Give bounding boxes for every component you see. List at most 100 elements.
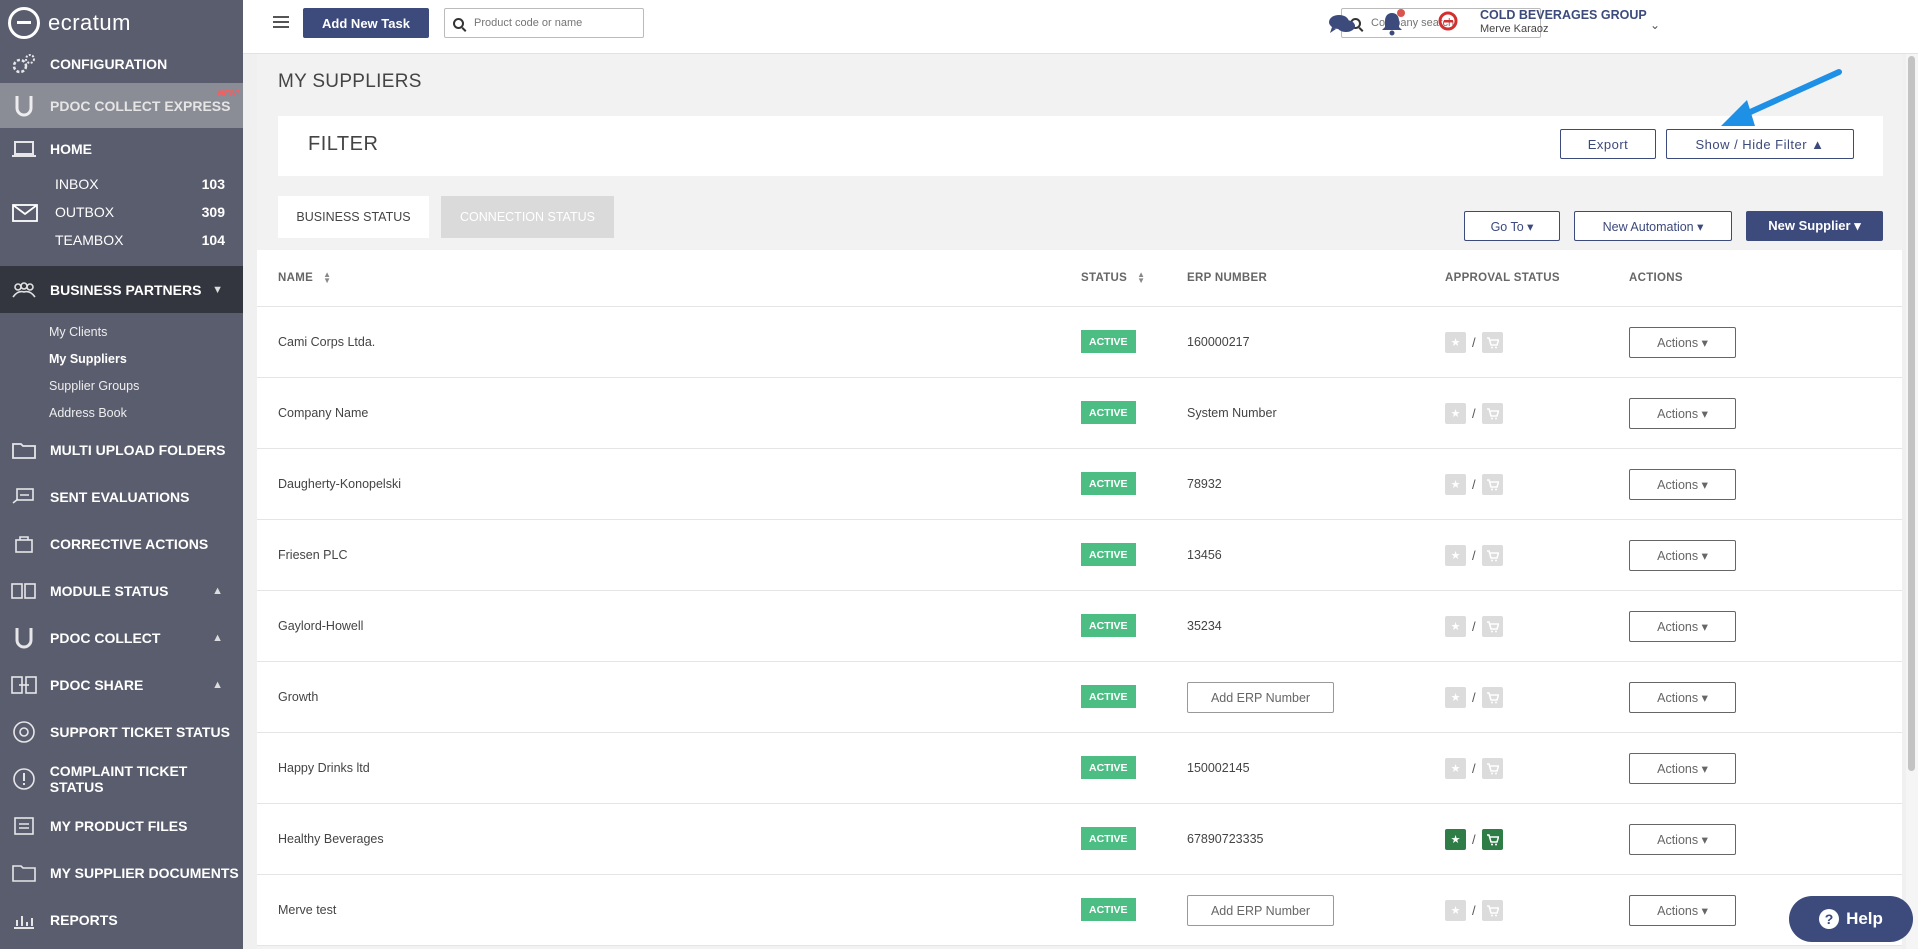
add-erp-number-button[interactable]: Add ERP Number [1187, 682, 1334, 713]
star-icon[interactable]: ★ [1445, 829, 1466, 850]
actions-dropdown-button[interactable]: Actions ▾ [1629, 895, 1736, 926]
supplier-name[interactable]: Daugherty-Konopelski [278, 477, 401, 491]
supplier-name[interactable]: Growth [278, 690, 318, 704]
cart-icon[interactable] [1481, 758, 1503, 779]
nav-support-ticket-status[interactable]: SUPPORT TICKET STATUS [0, 708, 243, 755]
star-icon[interactable]: ★ [1445, 900, 1466, 921]
supplier-name[interactable]: Healthy Beverages [278, 832, 384, 846]
approval-status: ★ / [1445, 616, 1503, 637]
status-badge: ACTIVE [1081, 827, 1136, 850]
folder-upload-icon [10, 437, 38, 463]
actions-dropdown-button[interactable]: Actions ▾ [1629, 824, 1736, 855]
cart-icon[interactable] [1481, 829, 1503, 850]
add-new-task-button[interactable]: Add New Task [303, 8, 429, 38]
add-erp-number-button[interactable]: Add ERP Number [1187, 895, 1334, 926]
cart-icon[interactable] [1481, 900, 1503, 921]
star-icon[interactable]: ★ [1445, 332, 1466, 353]
actions-dropdown-button[interactable]: Actions ▾ [1629, 540, 1736, 571]
approval-status: ★ / [1445, 687, 1503, 708]
subnav-my-suppliers[interactable]: My Suppliers [0, 345, 243, 372]
chat-icon[interactable] [1328, 12, 1356, 36]
nav-pdoc-collect-express[interactable]: PDOC COLLECT EXPRESS NEW! [0, 83, 243, 128]
header-status[interactable]: STATUS ▲ ▼ [1081, 271, 1145, 285]
scrollbar[interactable] [1906, 54, 1918, 949]
nav-teambox[interactable]: TEAMBOX 104 [0, 226, 243, 254]
sidebar: ecratum CONFIGURATION PDOC COLLECT EXPRE… [0, 0, 243, 949]
actions-dropdown-button[interactable]: Actions ▾ [1629, 398, 1736, 429]
export-button[interactable]: Export [1560, 129, 1656, 159]
cart-icon[interactable] [1481, 616, 1503, 637]
star-icon[interactable]: ★ [1445, 687, 1466, 708]
star-icon[interactable]: ★ [1445, 403, 1466, 424]
go-to-button[interactable]: Go To ▾ [1464, 211, 1560, 241]
actions-dropdown-button[interactable]: Actions ▾ [1629, 327, 1736, 358]
company-name[interactable]: COLD BEVERAGES GROUP [1480, 8, 1647, 22]
user-name[interactable]: Merve Karaoz [1480, 23, 1548, 35]
page-title: MY SUPPLIERS [278, 71, 422, 92]
subnav-supplier-groups[interactable]: Supplier Groups [0, 372, 243, 399]
nav-complaint-ticket-status[interactable]: COMPLAINT TICKET STATUS [0, 755, 243, 802]
nav-label: SENT EVALUATIONS [50, 488, 190, 505]
approval-status: ★ / [1445, 829, 1503, 850]
tab-business-status[interactable]: BUSINESS STATUS [278, 196, 429, 238]
erp-number: 150002145 [1187, 761, 1250, 775]
nav-corrective-actions[interactable]: CORRECTIVE ACTIONS [0, 520, 243, 567]
nav-multi-upload-folders[interactable]: MULTI UPLOAD FOLDERS [0, 426, 243, 473]
inbox-label: INBOX [55, 176, 99, 192]
nav-configuration[interactable]: CONFIGURATION [0, 45, 243, 83]
outbox-count: 309 [201, 204, 225, 220]
product-search[interactable] [444, 8, 644, 38]
actions-dropdown-button[interactable]: Actions ▾ [1629, 469, 1736, 500]
nav-home[interactable]: HOME [0, 128, 243, 170]
table-row: Friesen PLC ACTIVE 13456 ★ / Actions ▾ [257, 520, 1902, 591]
envelope-icon [12, 204, 38, 222]
chevron-down-icon[interactable]: ⌄ [1650, 18, 1660, 32]
toolbox-icon [10, 531, 38, 557]
app-logo[interactable]: ecratum [0, 0, 243, 45]
star-icon[interactable]: ★ [1445, 616, 1466, 637]
nav-inbox[interactable]: INBOX 103 [0, 170, 243, 198]
subnav-address-book[interactable]: Address Book [0, 399, 243, 426]
table-row: Company Name ACTIVE System Number ★ / Actions… [257, 378, 1902, 449]
people-icon [10, 277, 38, 303]
help-button[interactable]: ? Help [1789, 896, 1913, 942]
supplier-name[interactable]: Gaylord-Howell [278, 619, 363, 633]
table-row: Growth ACTIVE Add ERP Number ★ / Actions ▾ [257, 662, 1902, 733]
supplier-name[interactable]: Friesen PLC [278, 548, 347, 562]
pointer-arrow-icon [1721, 69, 1842, 126]
cart-icon[interactable] [1481, 474, 1503, 495]
nav-pdoc-collect[interactable]: PDOC COLLECT ▲ [0, 614, 243, 661]
erp-number: 35234 [1187, 619, 1222, 633]
actions-dropdown-button[interactable]: Actions ▾ [1629, 682, 1736, 713]
star-icon[interactable]: ★ [1445, 474, 1466, 495]
approval-status: ★ / [1445, 758, 1503, 779]
supplier-name[interactable]: Merve test [278, 903, 336, 917]
cart-icon[interactable] [1481, 403, 1503, 424]
product-search-input[interactable] [474, 17, 634, 29]
nav-business-partners[interactable]: BUSINESS PARTNERS ▼ [0, 266, 243, 313]
actions-dropdown-button[interactable]: Actions ▾ [1629, 753, 1736, 784]
scrollbar-thumb[interactable] [1908, 56, 1915, 771]
nav-module-status[interactable]: MODULE STATUS ▲ [0, 567, 243, 614]
actions-dropdown-button[interactable]: Actions ▾ [1629, 611, 1736, 642]
tab-connection-status[interactable]: CONNECTION STATUS [441, 196, 614, 238]
header-name[interactable]: NAME ▲ ▼ [278, 271, 331, 285]
supplier-name[interactable]: Happy Drinks ltd [278, 761, 370, 775]
menu-toggle-icon[interactable] [273, 16, 289, 30]
supplier-name[interactable]: Company Name [278, 406, 368, 420]
new-supplier-button[interactable]: New Supplier ▾ [1746, 211, 1883, 241]
cart-icon[interactable] [1481, 687, 1503, 708]
nav-reports[interactable]: REPORTS [0, 896, 243, 943]
nav-pdoc-share[interactable]: PDOC SHARE ▲ [0, 661, 243, 708]
subnav-my-clients[interactable]: My Clients [0, 318, 243, 345]
new-automation-button[interactable]: New Automation ▾ [1574, 211, 1732, 241]
nav-sent-evaluations[interactable]: SENT EVALUATIONS [0, 473, 243, 520]
star-icon[interactable]: ★ [1445, 758, 1466, 779]
cart-icon[interactable] [1481, 332, 1503, 353]
nav-my-supplier-documents[interactable]: MY SUPPLIER DOCUMENTS [0, 849, 243, 896]
chevron-up-icon: ▲ [212, 584, 223, 597]
star-icon[interactable]: ★ [1445, 545, 1466, 566]
supplier-name[interactable]: Cami Corps Ltda. [278, 335, 375, 349]
nav-my-product-files[interactable]: MY PRODUCT FILES [0, 802, 243, 849]
cart-icon[interactable] [1481, 545, 1503, 566]
